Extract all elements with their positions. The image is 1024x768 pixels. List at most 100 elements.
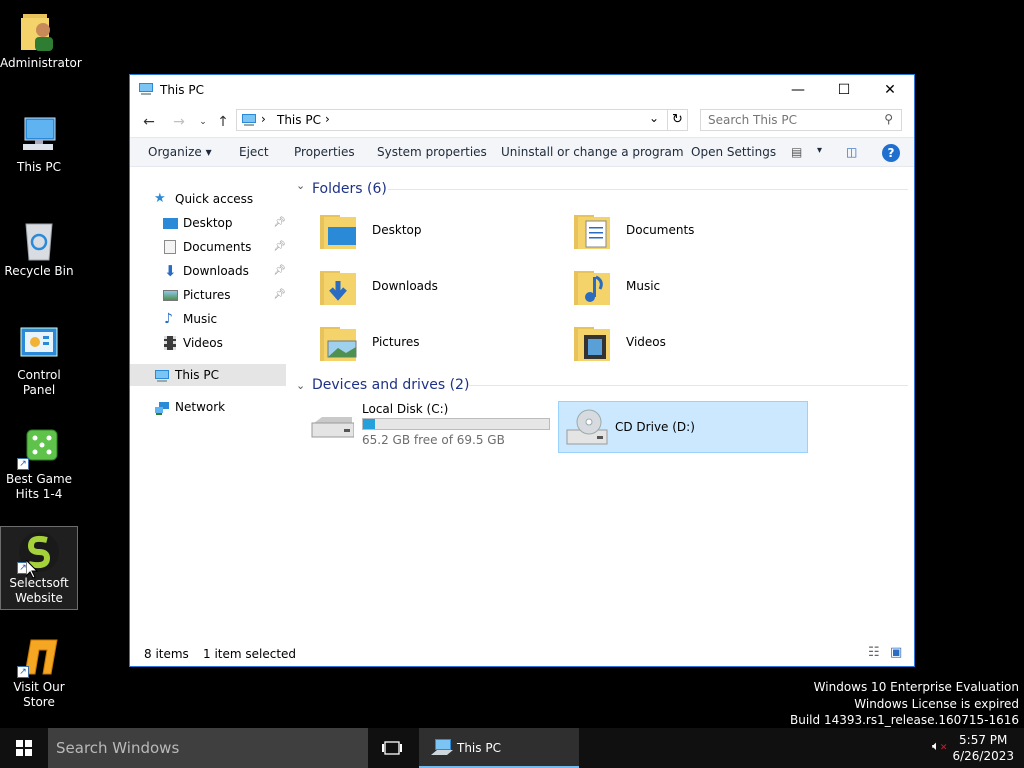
navigation-pane: ★ Quick access Desktop 📌︎ Documents 📌︎ ⬇… xyxy=(130,169,288,639)
nav-network[interactable]: Network xyxy=(130,396,286,418)
cd-drive-icon xyxy=(565,408,609,451)
preview-pane-icon[interactable]: ◫ xyxy=(846,145,857,159)
window-title: This PC xyxy=(160,83,204,97)
desktop-icon-label: Selectsoft Website xyxy=(9,576,69,605)
close-button[interactable]: ✕ xyxy=(867,75,913,105)
refresh-button[interactable]: ↻ xyxy=(667,110,687,130)
desktop-icon-visit-our-store[interactable]: ↗ Visit Our Store xyxy=(0,634,78,710)
desktop-icon-label: This PC xyxy=(17,160,61,174)
address-bar[interactable]: › This PC › ⌄ ↻ xyxy=(236,109,688,131)
task-view-icon xyxy=(382,741,402,755)
clock-time: 5:57 PM xyxy=(959,733,1008,747)
folders-group-header[interactable]: Folders (6) xyxy=(312,181,387,197)
task-view-button[interactable] xyxy=(374,728,410,768)
change-view-icon[interactable]: ▤ xyxy=(791,145,802,159)
desktop-icon-this-pc[interactable]: This PC xyxy=(0,114,78,175)
star-icon: ★ xyxy=(154,191,166,206)
videos-folder-icon xyxy=(570,321,614,365)
license-watermark: Windows 10 Enterprise Evaluation Windows… xyxy=(790,679,1019,729)
status-bar: 8 items 1 item selected ☷ ▣ xyxy=(130,642,914,666)
this-pc-icon xyxy=(154,368,169,382)
pin-icon: 📌︎ xyxy=(273,217,286,228)
up-button[interactable]: ↑ xyxy=(213,113,233,131)
minimize-button[interactable]: — xyxy=(775,75,821,105)
selectsoft-logo-icon: ↗ xyxy=(17,530,61,574)
drive-tile-local-disk[interactable]: Local Disk (C:) 65.2 GB free of 69.5 GB xyxy=(300,399,550,451)
nav-downloads[interactable]: ⬇ Downloads 📌︎ xyxy=(130,260,286,282)
organize-button[interactable]: Organize ▾ xyxy=(148,145,212,159)
pin-icon: 📌︎ xyxy=(273,241,286,252)
documents-folder-icon xyxy=(570,209,614,253)
open-settings-button[interactable]: Open Settings xyxy=(691,145,776,159)
collapse-chevron-icon[interactable]: ⌄ xyxy=(296,379,305,392)
folder-tile-downloads[interactable]: Downloads xyxy=(308,261,554,313)
chevron-right-icon: › xyxy=(261,112,266,126)
properties-button[interactable]: Properties xyxy=(294,145,355,159)
recent-locations-button[interactable]: ⌄ xyxy=(193,113,213,131)
music-folder-icon xyxy=(570,265,614,309)
taskbar-search-box[interactable]: Search Windows xyxy=(48,728,368,768)
volume-muted-icon[interactable]: 🔈︎✕ xyxy=(932,739,947,754)
group-divider xyxy=(388,189,908,190)
this-pc-icon xyxy=(431,739,453,760)
nav-desktop[interactable]: Desktop 📌︎ xyxy=(130,212,286,234)
view-options-dropdown-icon[interactable]: ▾ xyxy=(817,145,822,156)
nav-this-pc[interactable]: This PC xyxy=(130,364,286,386)
folder-tile-documents[interactable]: Documents xyxy=(562,205,808,257)
system-properties-button[interactable]: System properties xyxy=(377,145,487,159)
desktop-icon-selectsoft-website[interactable]: ↗ Selectsoft Website xyxy=(0,526,78,610)
forward-button[interactable]: → xyxy=(169,113,189,131)
nav-music[interactable]: ♪ Music xyxy=(130,308,286,330)
drive-usage-fill xyxy=(363,419,375,429)
folder-tile-pictures[interactable]: Pictures xyxy=(308,317,554,369)
back-button[interactable]: ← xyxy=(139,113,159,131)
clock-date: 6/26/2023 xyxy=(952,749,1014,763)
address-dropdown-icon[interactable]: ⌄ xyxy=(649,111,659,125)
eject-button[interactable]: Eject xyxy=(239,145,269,159)
drive-tile-cd-drive[interactable]: CD Drive (D:) xyxy=(558,401,808,453)
address-row: ← → ⌄ ↑ › This PC › ⌄ ↻ ⚲ xyxy=(130,105,914,137)
store-logo-icon: ↗ xyxy=(17,634,61,678)
desktop-icon-best-game-hits[interactable]: ↗ Best Game Hits 1-4 xyxy=(0,426,78,502)
large-icons-view-icon[interactable]: ▣ xyxy=(890,645,902,660)
document-icon xyxy=(164,240,176,254)
desktop-icon-control-panel[interactable]: Control Panel xyxy=(0,322,78,398)
help-icon[interactable]: ? xyxy=(882,144,900,162)
command-bar: Organize ▾ Eject Properties System prope… xyxy=(130,137,914,167)
system-clock[interactable]: 5:57 PM 6/26/2023 xyxy=(952,732,1014,764)
maximize-button[interactable]: ☐ xyxy=(821,75,867,105)
user-folder-icon xyxy=(17,10,61,54)
desktop-icon-recycle-bin[interactable]: Recycle Bin xyxy=(0,218,78,279)
control-panel-icon xyxy=(17,322,61,366)
folder-tile-music[interactable]: Music xyxy=(562,261,808,313)
taskbar-app-this-pc[interactable]: This PC xyxy=(419,728,579,768)
title-bar[interactable]: This PC — ☐ ✕ xyxy=(130,75,914,105)
network-icon xyxy=(154,400,169,415)
breadcrumb-this-pc[interactable]: This PC xyxy=(277,113,321,127)
desktop-icon-label: Recycle Bin xyxy=(4,264,74,278)
details-view-icon[interactable]: ☷ xyxy=(868,645,880,660)
desktop-icon-label: Administrator xyxy=(0,56,82,70)
nav-videos[interactable]: Videos xyxy=(130,332,286,354)
search-input[interactable] xyxy=(701,110,871,130)
download-arrow-icon: ⬇ xyxy=(164,262,177,280)
nav-documents[interactable]: Documents 📌︎ xyxy=(130,236,286,258)
pictures-folder-icon xyxy=(316,321,360,365)
desktop-icon-label: Control Panel xyxy=(17,368,61,397)
collapse-chevron-icon[interactable]: ⌄ xyxy=(296,179,305,192)
search-box[interactable]: ⚲ xyxy=(700,109,902,131)
taskbar-app-label: This PC xyxy=(457,741,501,755)
nav-quick-access[interactable]: ★ Quick access xyxy=(130,188,288,210)
start-button[interactable] xyxy=(0,728,48,768)
chevron-right-icon[interactable]: › xyxy=(325,112,330,126)
music-note-icon: ♪ xyxy=(164,311,173,327)
shortcut-arrow-icon: ↗ xyxy=(17,458,29,470)
this-pc-icon xyxy=(241,114,257,130)
nav-pictures[interactable]: Pictures 📌︎ xyxy=(130,284,286,306)
folder-tile-desktop[interactable]: Desktop xyxy=(308,205,554,257)
uninstall-program-button[interactable]: Uninstall or change a program xyxy=(501,145,684,159)
devices-group-header[interactable]: Devices and drives (2) xyxy=(312,377,469,393)
folder-tile-videos[interactable]: Videos xyxy=(562,317,808,369)
group-divider xyxy=(468,385,908,386)
desktop-icon-administrator[interactable]: Administrator xyxy=(0,10,82,71)
